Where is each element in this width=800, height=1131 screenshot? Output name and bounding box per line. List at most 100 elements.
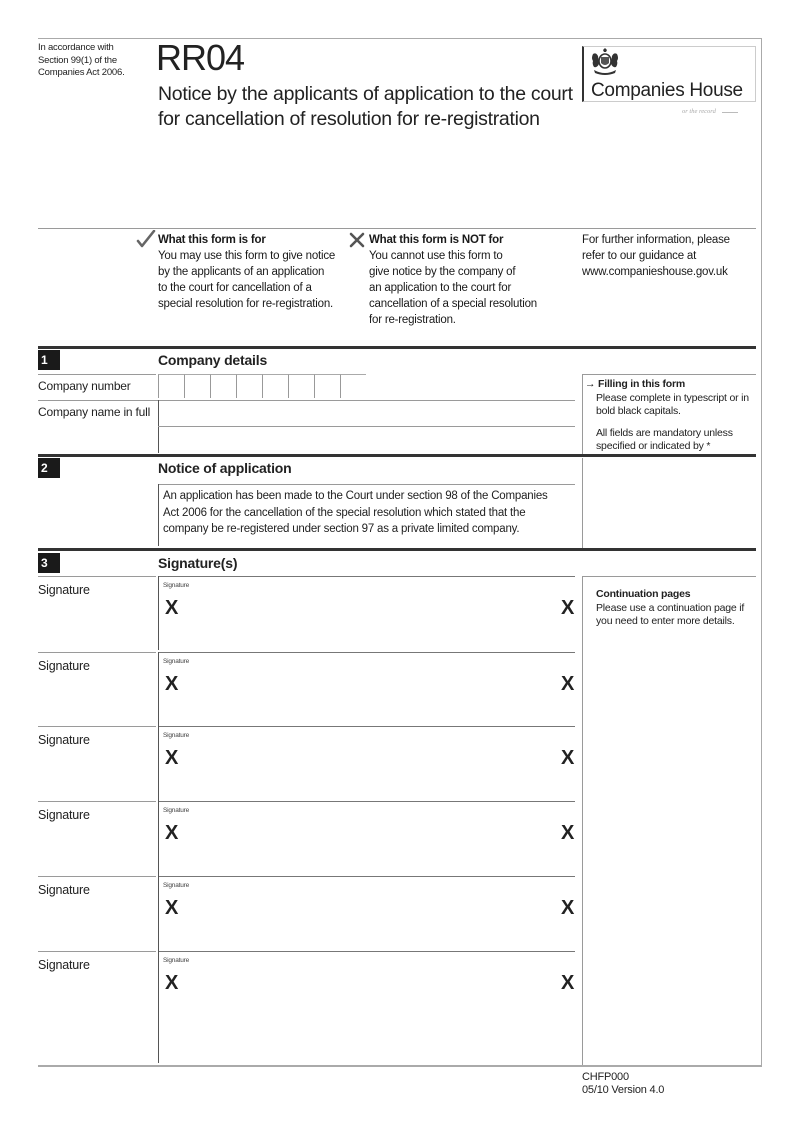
signature-field[interactable] (158, 801, 575, 876)
purpose-is-for: What this form is for You may use this f… (158, 232, 348, 312)
purpose-not-for-heading: What this form is NOT for (369, 234, 504, 246)
page-right-rule (761, 38, 762, 1066)
legal-line: In accordance with (38, 42, 114, 53)
companies-house-name: Companies House (591, 80, 743, 101)
guidance-link[interactable]: www.companieshouse.gov.uk (582, 264, 762, 280)
purpose-line: an application to the court for (369, 282, 512, 294)
signature-end-mark: X (561, 673, 575, 695)
form-code: RR04 (156, 37, 245, 78)
signature-label: Signature (38, 733, 90, 747)
side-column-rule (582, 576, 583, 1066)
notice-box-left (158, 484, 159, 546)
signature-field-label: Signature (163, 957, 190, 964)
form-title-line: Notice by the applicants of application … (158, 83, 573, 105)
section-2-number: 2 (38, 458, 60, 478)
note-line: you need to enter more details. (596, 615, 735, 627)
purpose-line: to the court for cancellation of a (158, 282, 312, 294)
notice-box-top (158, 484, 575, 485)
company-number-digit[interactable] (236, 374, 262, 398)
company-name-input-line1[interactable] (158, 400, 575, 426)
note-line: Please complete in typescript or in (596, 391, 749, 404)
signature-field[interactable] (158, 876, 575, 951)
page-bottom-rule (38, 1065, 762, 1067)
note-line: Please use a continuation page if (596, 601, 745, 614)
company-number-digit[interactable] (158, 374, 184, 398)
further-info-line: For further information, please (582, 234, 730, 246)
side-column-rule (582, 458, 583, 548)
arrow-right-icon: → (585, 378, 596, 390)
signature-field-label: Signature (163, 882, 190, 889)
signature-row-rule (38, 726, 156, 727)
legal-line: Companies Act 2006. (38, 67, 125, 78)
filling-in-heading: Filling in this form (598, 378, 686, 390)
company-number-digit[interactable] (288, 374, 314, 398)
signature-label: Signature (38, 808, 90, 822)
company-name-input-line2[interactable] (158, 427, 575, 453)
signature-row-rule (38, 801, 156, 802)
section-2-rule (38, 454, 756, 457)
purpose-not-for: What this form is NOT for You cannot use… (369, 232, 569, 328)
signature-field[interactable] (158, 951, 575, 1063)
signature-label: Signature (38, 883, 90, 897)
company-number-digit[interactable] (184, 374, 210, 398)
signature-start-mark: X (165, 597, 179, 619)
company-number-input[interactable] (158, 374, 366, 400)
signature-field[interactable] (158, 576, 575, 650)
purpose-line: give notice by the company of (369, 266, 516, 278)
company-number-digit[interactable] (262, 374, 288, 398)
purpose-line: cancellation of a special resolution (369, 298, 537, 310)
signature-start-mark: X (165, 673, 179, 695)
side-column-top (582, 374, 756, 375)
notice-line: company be re-registered under section 9… (163, 523, 520, 535)
continuation-heading: Continuation pages (596, 588, 691, 600)
signature-field-label: Signature (163, 807, 190, 814)
purpose-line: You cannot use this form to (369, 250, 503, 262)
continuation-note: Continuation pages Please use a continua… (596, 588, 756, 629)
company-number-digit[interactable] (210, 374, 236, 398)
note-line: specified or indicated by * (596, 440, 711, 452)
signature-end-mark: X (561, 597, 575, 619)
signature-row-rule (38, 876, 156, 877)
purpose-line: for re-registration. (369, 314, 456, 326)
footer-code: CHFP000 (582, 1071, 629, 1083)
check-icon (136, 230, 156, 248)
royal-coat-of-arms-icon (592, 48, 618, 75)
signature-label: Signature (38, 958, 90, 972)
section-1-title: Company details (158, 352, 268, 368)
logo-tagline: or the record (682, 108, 716, 115)
form-title: Notice by the applicants of application … (158, 82, 578, 132)
section-3-rule (38, 548, 756, 551)
company-number-digit[interactable] (340, 374, 366, 398)
further-info-line: refer to our guidance at (582, 250, 697, 262)
signature-row-rule (38, 652, 156, 653)
section-1-number: 1 (38, 350, 60, 370)
note-line: bold black capitals. (596, 405, 681, 417)
signature-row-rule (38, 576, 156, 577)
side-column-rule (582, 374, 583, 454)
signature-field[interactable] (158, 726, 575, 801)
company-name-label: Company name in full (38, 405, 151, 419)
signature-start-mark: X (165, 747, 179, 769)
signature-label: Signature (38, 583, 90, 597)
signature-row-rule (38, 951, 156, 952)
signature-start-mark: X (165, 822, 179, 844)
cross-icon (349, 232, 365, 248)
notice-line: An application has been made to the Cour… (163, 490, 548, 502)
signature-label: Signature (38, 659, 90, 673)
signature-field[interactable] (158, 652, 575, 726)
notice-line: Act 2006 for the cancellation of the spe… (163, 506, 526, 519)
note-line: All fields are mandatory unless (596, 426, 733, 439)
purpose-line: by the applicants of an application (158, 266, 325, 278)
signature-end-mark: X (561, 972, 575, 994)
purpose-line: special resolution for re-registration. (158, 298, 334, 310)
company-number-label: Company number (38, 379, 131, 393)
signature-end-mark: X (561, 747, 575, 769)
signature-end-mark: X (561, 822, 575, 844)
company-number-digit[interactable] (314, 374, 340, 398)
form-title-line: for cancellation of resolution for re-re… (158, 108, 540, 130)
section-2-title: Notice of application (158, 460, 292, 476)
purpose-divider (38, 228, 756, 229)
section-3-title: Signature(s) (158, 555, 238, 571)
logo-tagline-rule (722, 112, 738, 113)
section-1-rule (38, 346, 756, 349)
